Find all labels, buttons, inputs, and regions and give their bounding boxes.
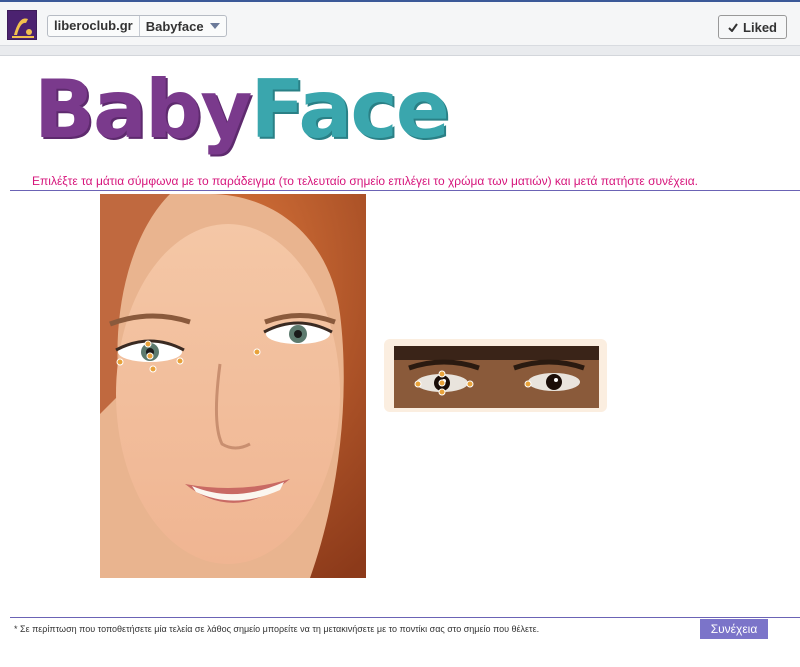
logo-part-face: Face (250, 63, 450, 156)
top-divider (10, 190, 800, 191)
sample-eyes-image (394, 346, 599, 408)
breadcrumb-site-link[interactable]: liberoclub.gr (48, 16, 139, 36)
bottom-divider (10, 617, 800, 618)
breadcrumb: liberoclub.gr Babyface (47, 15, 227, 37)
sub-bar (0, 46, 800, 56)
app-name-label: Babyface (145, 18, 204, 34)
liked-button[interactable]: Liked (718, 15, 787, 39)
top-bar: liberoclub.gr Babyface Liked (0, 0, 800, 46)
page-thumbnail[interactable] (7, 10, 37, 40)
logo-part-baby: Baby (34, 63, 252, 156)
instruction-text: Επιλέξτε τα μάτια σύμφωνα με το παράδειγ… (32, 174, 698, 188)
liked-label: Liked (743, 19, 777, 35)
face-photo[interactable] (100, 194, 366, 578)
app-selector[interactable]: Babyface (140, 19, 226, 34)
checkmark-icon (728, 22, 738, 32)
footnote-text: * Σε περίπτωση που τοποθετήσετε μία τελε… (14, 624, 540, 634)
continue-button[interactable]: Συνέχεια (700, 619, 768, 639)
chevron-down-icon (209, 23, 220, 29)
babyface-logo: BabyFace (34, 60, 450, 160)
